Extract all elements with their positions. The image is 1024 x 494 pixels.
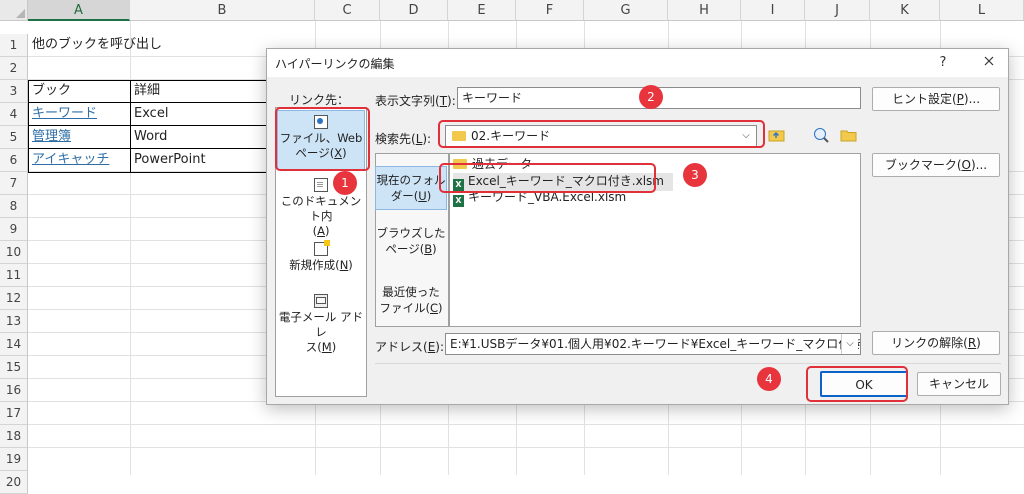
row-header-19[interactable]: 19 — [0, 448, 28, 471]
link-to-label: リンク先： — [289, 93, 350, 107]
row-header-3[interactable]: 3 — [0, 80, 28, 103]
browse-file-button[interactable] — [839, 126, 861, 146]
row-header-9[interactable]: 9 — [0, 218, 28, 241]
cell-a3[interactable]: ブック — [29, 80, 71, 102]
cell-b4[interactable]: Excel — [131, 103, 168, 125]
dialog-title: ハイパーリンクの編集 — [275, 57, 395, 71]
row-header-10[interactable]: 10 — [0, 241, 28, 264]
column-header-d[interactable]: D — [380, 0, 448, 21]
screentip-button[interactable]: ヒント設定(P)... — [872, 87, 1000, 111]
link-option-label: 電子メール アドレ — [278, 310, 364, 339]
row-header-13[interactable]: 13 — [0, 310, 28, 333]
look-in-recent-files[interactable]: 最近使った ファイル(C) — [375, 284, 447, 316]
link-option-email[interactable]: 電子メール アドレ ス(M) — [277, 290, 365, 354]
annotation-highlight-2 — [438, 120, 765, 148]
address-input[interactable]: E:¥1.USBデータ¥01.個人用¥02.キーワード¥Excel_キーワード_… — [445, 333, 861, 355]
document-icon — [314, 178, 328, 192]
cell-b5[interactable]: Word — [131, 126, 167, 148]
column-header-b[interactable]: B — [130, 0, 315, 21]
cell-a4-hyperlink[interactable]: キーワード — [29, 103, 97, 125]
annotation-highlight-4 — [806, 366, 908, 402]
column-header-i[interactable]: I — [741, 0, 805, 21]
divider — [375, 363, 1001, 364]
cancel-button[interactable]: キャンセル — [917, 372, 1001, 396]
column-header-k[interactable]: K — [870, 0, 940, 21]
row-header-17[interactable]: 17 — [0, 402, 28, 425]
cell-b6[interactable]: PowerPoint — [131, 149, 206, 171]
help-button[interactable]: ? — [931, 53, 955, 73]
row-header-20[interactable]: 20 — [0, 471, 28, 494]
row-header-7[interactable]: 7 — [0, 172, 28, 195]
email-icon — [314, 294, 328, 308]
new-document-icon — [314, 240, 330, 256]
gridline — [28, 424, 1024, 425]
row-header-6[interactable]: 6 — [0, 149, 28, 172]
column-header-j[interactable]: J — [805, 0, 870, 21]
cell-a6-hyperlink[interactable]: アイキャッチ — [29, 149, 109, 171]
row-header-11[interactable]: 11 — [0, 264, 28, 287]
look-in-current-folder[interactable]: 現在のフォル ダー(U) — [375, 166, 447, 210]
annotation-badge-4: 4 — [757, 367, 781, 391]
look-in-browsed-pages[interactable]: ブラウズした ページ(B) — [375, 225, 447, 257]
column-header-a[interactable]: A — [28, 0, 130, 21]
display-text-label: 表示文字列(T): — [375, 94, 456, 108]
row-header-14[interactable]: 14 — [0, 333, 28, 356]
row-header-18[interactable]: 18 — [0, 425, 28, 448]
column-header-e[interactable]: E — [448, 0, 516, 21]
gridline — [28, 447, 1024, 448]
column-header-h[interactable]: H — [668, 0, 741, 21]
annotation-badge-2: 2 — [639, 85, 663, 109]
browse-web-icon — [814, 128, 829, 143]
edit-hyperlink-dialog: ハイパーリンクの編集 ? リンク先： ファイル、Web ページ(X) このドキュ… — [266, 48, 1009, 405]
look-in-label: 検索先(L): — [375, 132, 432, 146]
annotation-highlight-3 — [439, 163, 656, 193]
column-header-c[interactable]: C — [315, 0, 380, 21]
row-header-4[interactable]: 4 — [0, 103, 28, 126]
row-header-1[interactable]: 1 — [0, 34, 28, 57]
open-folder-icon — [840, 130, 857, 142]
row-header-16[interactable]: 16 — [0, 379, 28, 402]
browse-web-button[interactable] — [811, 126, 833, 146]
up-folder-button[interactable] — [767, 126, 789, 146]
row-header-15[interactable]: 15 — [0, 356, 28, 379]
column-header-f[interactable]: F — [516, 0, 584, 21]
annotation-highlight-1 — [275, 107, 370, 171]
dialog-titlebar[interactable]: ハイパーリンクの編集 ? — [267, 49, 1008, 77]
cell-a5-hyperlink[interactable]: 管理簿 — [29, 126, 71, 148]
row-header-5[interactable]: 5 — [0, 126, 28, 149]
chevron-down-icon: ⌵ — [841, 334, 858, 354]
cell-a1[interactable]: 他のブックを呼び出し — [29, 34, 162, 56]
close-icon — [984, 56, 994, 66]
column-header-l[interactable]: L — [940, 0, 1024, 21]
folder-up-icon — [768, 130, 785, 142]
close-button[interactable] — [977, 53, 1001, 73]
row-header-12[interactable]: 12 — [0, 287, 28, 310]
select-all-corner[interactable] — [0, 0, 28, 21]
bookmark-button[interactable]: ブックマーク(O)... — [872, 153, 1000, 177]
column-header-g[interactable]: G — [584, 0, 668, 21]
excel-file-icon: X — [453, 195, 464, 207]
address-label: アドレス(E): — [375, 340, 445, 354]
row-header-2[interactable]: 2 — [0, 57, 28, 80]
row-header-8[interactable]: 8 — [0, 195, 28, 218]
annotation-badge-3: 3 — [683, 163, 707, 187]
annotation-badge-1: 1 — [333, 171, 357, 195]
link-option-label: このドキュメント内 — [280, 194, 362, 223]
link-option-label: 新規作成( — [289, 258, 340, 272]
link-option-create-new[interactable]: 新規作成(N) — [277, 238, 365, 288]
cell-b3[interactable]: 詳細 — [131, 80, 160, 102]
remove-link-button[interactable]: リンクの解除(R) — [872, 331, 1000, 355]
